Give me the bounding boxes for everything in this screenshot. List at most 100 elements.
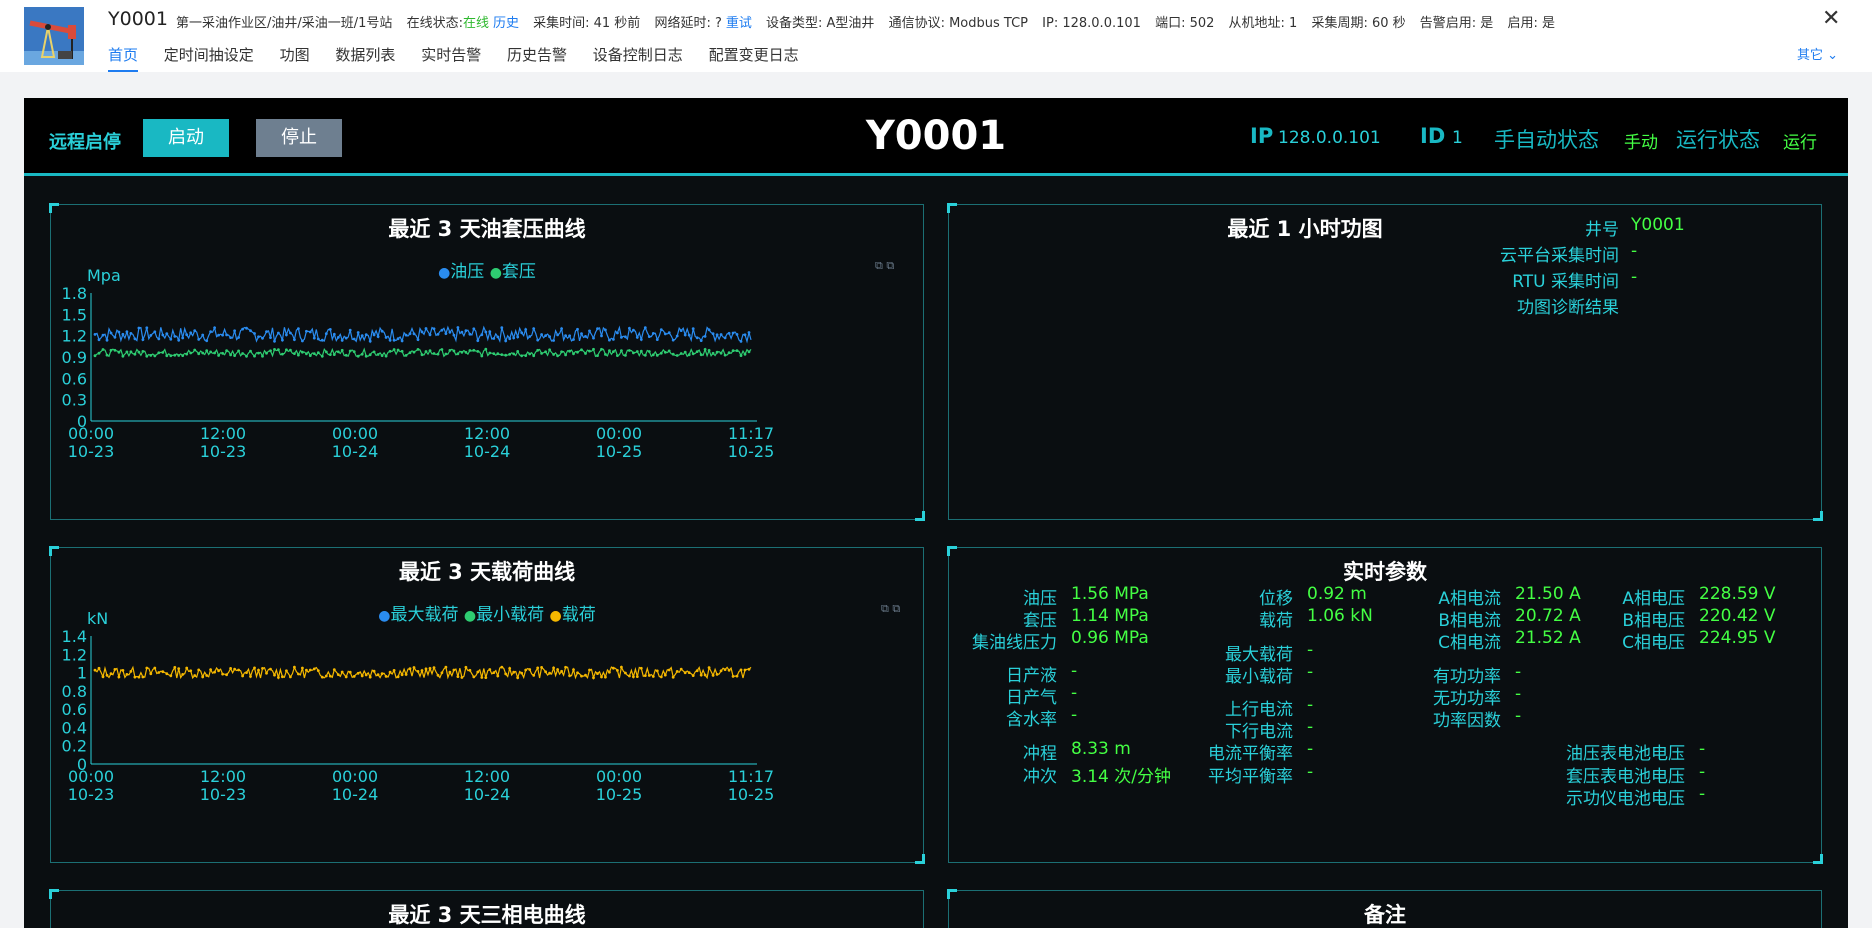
param-value: -	[1307, 695, 1314, 715]
y-tick-label: 0.2	[62, 737, 87, 756]
online-status-value: 在线	[462, 16, 489, 31]
x-tick-date: 10-24	[464, 442, 511, 461]
x-tick-time: 12:00	[464, 767, 510, 786]
mode-value: 手动	[1624, 133, 1658, 153]
x-tick-date: 10-23	[68, 785, 115, 804]
param-value: -	[1699, 739, 1706, 760]
tab-dynamometer[interactable]: 功图	[280, 44, 310, 70]
tab-schedule[interactable]: 定时间抽设定	[164, 44, 254, 70]
y-tick-label: 1.2	[62, 327, 87, 346]
x-tick-time: 00:00	[68, 424, 114, 443]
param-value: -	[1071, 704, 1078, 725]
param-value: 21.50 A	[1515, 584, 1581, 604]
param-value: 20.72 A	[1515, 606, 1581, 627]
enabled: 启用: 是	[1507, 16, 1555, 31]
load-chart: kN1.41.210.80.60.40.2000:0010-2312:0010-…	[62, 609, 775, 804]
y-tick-label: 1.8	[62, 284, 87, 303]
ip-label: IP	[1250, 124, 1274, 148]
dashboard: 远程启停 启动 停止 Y0001 IP 128.0.0.101 ID 1 手自动…	[24, 98, 1848, 928]
x-tick-date: 10-24	[332, 442, 379, 461]
device-type: 设备类型: A型油井	[766, 16, 875, 31]
id-value: 1	[1452, 128, 1463, 148]
app-header: Y0001 第一采油作业区/油井/采油一班/1号站 在线状态:在线 历史 采集时间…	[0, 0, 1872, 72]
param-value: -	[1071, 660, 1078, 681]
load-chart-panel: 最近 3 天载荷曲线 ●最大载荷 ●最小载荷 ●载荷 ⧉ ⧉ kN 1.4 1.2 1…	[49, 546, 925, 864]
y-tick-label: 1.2	[62, 645, 87, 664]
y-tick-label: 0.9	[62, 348, 87, 367]
dynamometer-card-panel: 最近 1 小时功图 井号 Y0001 云平台采集时间 - RTU 采集时间 - 功图诊…	[947, 203, 1823, 521]
tab-realtime-alarms[interactable]: 实时告警	[421, 44, 481, 70]
online-status: 在线状态:在线 历史	[406, 16, 519, 31]
realtime-params-panel: 实时参数 油压 1.56 MPa 套压 1.14 MPa 集油线压力 0.96 MPa 日产…	[947, 546, 1823, 864]
tab-home[interactable]: 首页	[108, 44, 139, 72]
param-label: 载荷	[1259, 611, 1293, 632]
more-dropdown[interactable]: 其它 ⌄	[1797, 44, 1838, 63]
x-tick-time: 00:00	[332, 424, 378, 443]
param-value: 3.14 次/分钟	[1071, 766, 1171, 787]
param-value: 8.33 m	[1071, 739, 1131, 760]
x-tick-time: 00:00	[332, 767, 378, 786]
x-tick-date: 10-24	[464, 785, 511, 804]
tab-history-alarms[interactable]: 历史告警	[507, 44, 567, 70]
param-label: 冲次	[1023, 766, 1057, 787]
x-tick-date: 10-25	[728, 442, 775, 461]
tab-bar: 首页 定时间抽设定 功图 数据列表 实时告警 历史告警 设备控制日志 配置变更日…	[108, 44, 820, 72]
y-tick-label: 0.6	[62, 369, 87, 388]
station-path: 第一采油作业区/油井/采油一班/1号站	[176, 16, 393, 31]
chevron-down-icon: ⌄	[1827, 48, 1839, 63]
y-tick-label: 1.5	[62, 305, 87, 324]
x-tick-time: 11:17	[728, 424, 774, 443]
mode-label: 手自动状态	[1494, 128, 1599, 152]
device-info-line: 第一采油作业区/油井/采油一班/1号站 在线状态:在线 历史 采集时间: 41 秒…	[176, 12, 1565, 31]
notes-title: 备注	[1364, 903, 1406, 927]
x-tick-time: 11:17	[728, 767, 774, 786]
param-value: 224.95 V	[1699, 628, 1776, 649]
pressure-chart: Mpa1.81.51.20.90.60.3000:0010-2312:0010-…	[62, 266, 775, 461]
notes-panel: 备注	[947, 889, 1822, 928]
param-label: C相电压	[1622, 633, 1685, 654]
pumpjack-logo-icon	[24, 7, 84, 65]
param-value: 0.92 m	[1307, 584, 1367, 604]
protocol: 通信协议: Modbus TCP	[888, 16, 1029, 31]
param-value: 0.96 MPa	[1071, 628, 1149, 649]
x-tick-time: 00:00	[596, 424, 642, 443]
control-bar: 远程启停 启动 停止 Y0001 IP 128.0.0.101 ID 1 手自动…	[24, 98, 1848, 176]
port: 端口: 502	[1155, 16, 1215, 31]
retry-link[interactable]: 重试	[726, 16, 752, 31]
power-chart-panel: 最近 3 天三相电曲线	[49, 889, 924, 928]
realtime-params-title: 实时参数	[1343, 560, 1427, 584]
history-link[interactable]: 历史	[493, 16, 519, 31]
param-label: 示功仪电池电压	[1566, 788, 1685, 809]
param-value: 1.56 MPa	[1071, 584, 1149, 604]
param-value: -	[1071, 682, 1078, 703]
param-label: 含水率	[1006, 709, 1057, 730]
slave-address: 从机地址: 1	[1228, 16, 1298, 31]
param-label: 集油线压力	[972, 633, 1057, 654]
x-tick-date: 10-24	[332, 785, 379, 804]
x-tick-time: 12:00	[464, 424, 510, 443]
collect-time: 采集时间: 41 秒前	[533, 16, 641, 31]
run-status-label: 运行状态	[1676, 128, 1760, 152]
param-value: -	[1515, 661, 1522, 682]
run-status-value: 运行	[1783, 133, 1817, 153]
x-tick-time: 12:00	[200, 767, 246, 786]
y-tick-label: 0.4	[62, 718, 87, 737]
x-tick-date: 10-23	[200, 442, 247, 461]
param-value: 220.42 V	[1699, 606, 1776, 627]
ip-value: 128.0.0.101	[1278, 128, 1381, 148]
y-tick-label: 1.4	[62, 627, 87, 646]
param-label: 平均平衡率	[1208, 766, 1293, 787]
collect-period: 采集周期: 60 秒	[1311, 16, 1406, 31]
param-label: C相电流	[1438, 633, 1501, 654]
param-value: -	[1699, 761, 1706, 782]
param-value: -	[1699, 783, 1706, 804]
tab-config-log[interactable]: 配置变更日志	[709, 44, 799, 70]
y-axis-unit: Mpa	[87, 266, 121, 285]
param-value: -	[1307, 717, 1314, 738]
x-tick-time: 00:00	[596, 767, 642, 786]
param-value: 228.59 V	[1699, 584, 1776, 604]
close-icon[interactable]: ✕	[1822, 6, 1840, 31]
power-chart-title: 最近 3 天三相电曲线	[388, 903, 586, 927]
tab-data-list[interactable]: 数据列表	[335, 44, 395, 70]
tab-control-log[interactable]: 设备控制日志	[593, 44, 683, 70]
